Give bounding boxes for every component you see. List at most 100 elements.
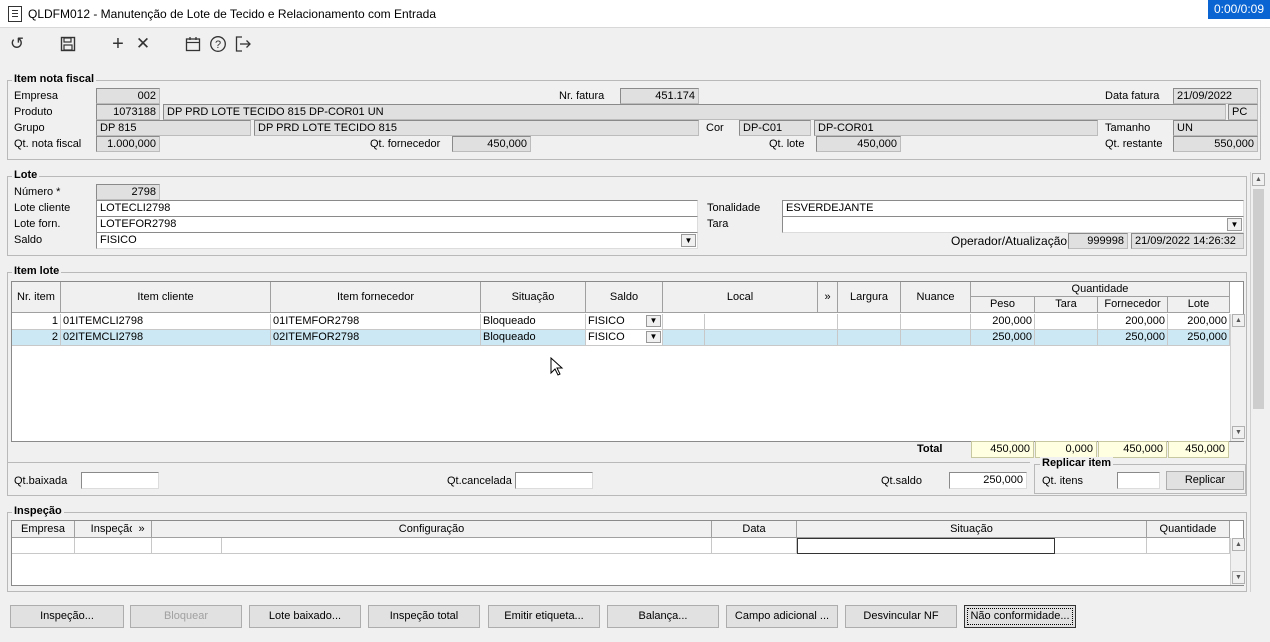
nao-conformidade-button[interactable]: Não conformidade... (964, 605, 1076, 628)
produto-unit-field: PC (1228, 104, 1258, 120)
cell-fornecedor[interactable]: 200,000 (1098, 314, 1168, 330)
col-item-cliente[interactable]: Item cliente (61, 282, 271, 313)
col-lote[interactable]: Lote (1168, 297, 1230, 313)
qt-cancelada-input[interactable] (515, 472, 593, 489)
lote-forn-input[interactable]: LOTEFOR2798 (96, 216, 698, 233)
lote-cliente-input[interactable]: LOTECLI2798 (96, 200, 698, 217)
replicar-button[interactable]: Replicar (1166, 471, 1244, 490)
saldo-select[interactable]: FISICO ▼ (96, 232, 698, 249)
undo-icon[interactable]: ↺ (6, 33, 28, 55)
cell-configuracao[interactable] (222, 538, 712, 554)
save-icon[interactable] (57, 33, 79, 55)
col-item-fornecedor[interactable]: Item fornecedor (271, 282, 481, 313)
scroll-up-icon[interactable]: ▲ (1232, 538, 1245, 551)
cell-saldo: FISICO (588, 315, 625, 327)
scroll-up-icon[interactable]: ▲ (1232, 314, 1245, 327)
page-scrollbar[interactable]: ▲ (1250, 172, 1266, 592)
col-largura[interactable]: Largura (838, 282, 901, 313)
cell-saldo-select[interactable]: FISICO ▼ (586, 314, 663, 330)
cell-local-code[interactable] (663, 314, 705, 330)
add-icon[interactable]: + (107, 33, 129, 55)
qt-restante-label: Qt. restante (1105, 138, 1163, 150)
cell-item-fornecedor[interactable]: 01ITEMFOR2798 (271, 314, 481, 330)
cell-nuance[interactable] (901, 330, 971, 346)
col-situacao[interactable]: Situação (797, 521, 1147, 538)
chevron-down-icon[interactable]: ▼ (646, 331, 661, 343)
inspecao-button[interactable]: Inspeção... (10, 605, 124, 628)
lote-forn-label: Lote forn. (14, 218, 61, 230)
divider (8, 462, 1030, 463)
cell-local[interactable] (705, 330, 838, 346)
exit-icon[interactable] (232, 33, 254, 55)
campo-adicional-button[interactable]: Campo adicional ... (726, 605, 838, 628)
cell-situacao[interactable] (797, 538, 1055, 554)
emitir-etiqueta-button[interactable]: Emitir etiqueta... (488, 605, 600, 628)
tonalidade-input[interactable]: ESVERDEJANTE (782, 200, 1244, 217)
col-saldo[interactable]: Saldo (586, 282, 663, 313)
cell-tara[interactable] (1035, 330, 1098, 346)
table-row[interactable]: 1 01ITEMCLI2798 01ITEMFOR2798 Bloqueado … (12, 314, 1230, 330)
item-lote-title: Item lote (12, 265, 62, 277)
chevron-down-icon[interactable]: ▼ (681, 234, 696, 247)
col-nr-item[interactable]: Nr. item (12, 282, 61, 313)
cell-fornecedor[interactable]: 250,000 (1098, 330, 1168, 346)
lote-title: Lote (12, 169, 40, 181)
calendar-icon[interactable] (182, 33, 204, 55)
cell-item-cliente[interactable]: 01ITEMCLI2798 (61, 314, 271, 330)
col-more[interactable]: » (818, 282, 838, 313)
cell-data[interactable] (712, 538, 797, 554)
cell-local-code[interactable] (663, 330, 705, 346)
desvincular-nf-button[interactable]: Desvincular NF (845, 605, 957, 628)
scroll-thumb[interactable] (1253, 189, 1264, 409)
col-local[interactable]: Local (663, 282, 818, 313)
table-row[interactable] (12, 538, 1230, 554)
qt-baixada-input[interactable] (81, 472, 159, 489)
chevron-down-icon[interactable]: ▼ (1227, 218, 1242, 231)
cell-empresa[interactable] (12, 538, 75, 554)
inspecao-scrollbar[interactable]: ▲ ▼ (1230, 538, 1246, 585)
cell-quantidade[interactable] (1147, 538, 1230, 554)
qt-itens-input[interactable] (1117, 472, 1160, 489)
balanca-button[interactable]: Balança... (607, 605, 719, 628)
col-situacao[interactable]: Situação (481, 282, 586, 313)
total-peso: 450,000 (971, 441, 1034, 458)
scroll-down-icon[interactable]: ▼ (1232, 571, 1245, 584)
qt-saldo-field: 250,000 (949, 472, 1027, 489)
table-row[interactable]: 2 02ITEMCLI2798 02ITEMFOR2798 Bloqueado … (12, 330, 1230, 346)
cell-local[interactable] (705, 314, 838, 330)
cell-peso[interactable]: 250,000 (971, 330, 1035, 346)
col-peso[interactable]: Peso (971, 297, 1035, 313)
cell-largura[interactable] (838, 314, 901, 330)
cell-config-code[interactable] (152, 538, 222, 554)
lote-baixado-button[interactable]: Lote baixado... (249, 605, 361, 628)
cell-item-cliente[interactable]: 02ITEMCLI2798 (61, 330, 271, 346)
scroll-up-icon[interactable]: ▲ (1252, 173, 1265, 186)
bloquear-button[interactable]: Bloquear (130, 605, 242, 628)
col-empresa[interactable]: Empresa (12, 521, 75, 538)
cell-lote[interactable]: 250,000 (1168, 330, 1230, 346)
cell-saldo-select[interactable]: FISICO ▼ (586, 330, 663, 346)
lote-cliente-label: Lote cliente (14, 202, 71, 214)
col-configuracao[interactable]: Configuração (152, 521, 712, 538)
cell-peso[interactable]: 200,000 (971, 314, 1035, 330)
close-icon[interactable]: ✕ (132, 33, 154, 55)
tara-select[interactable]: ▼ (782, 216, 1244, 233)
col-data[interactable]: Data (712, 521, 797, 538)
col-nuance[interactable]: Nuance (901, 282, 971, 313)
item-lote-scrollbar[interactable]: ▲ ▼ (1230, 314, 1246, 441)
col-quantidade[interactable]: Quantidade (1147, 521, 1230, 538)
cell-nuance[interactable] (901, 314, 971, 330)
cell-tara[interactable] (1035, 314, 1098, 330)
cell-item-fornecedor[interactable]: 02ITEMFOR2798 (271, 330, 481, 346)
help-icon[interactable]: ? (207, 33, 229, 55)
chevron-down-icon[interactable]: ▼ (646, 315, 661, 327)
col-fornecedor[interactable]: Fornecedor (1098, 297, 1168, 313)
col-tara[interactable]: Tara (1035, 297, 1098, 313)
col-more[interactable]: » (132, 521, 152, 538)
cell-inspecao[interactable] (75, 538, 152, 554)
scroll-down-icon[interactable]: ▼ (1232, 426, 1245, 439)
inspecao-total-button[interactable]: Inspeção total (368, 605, 480, 628)
cell-largura[interactable] (838, 330, 901, 346)
cell-lote[interactable]: 200,000 (1168, 314, 1230, 330)
cell-situacao-extra[interactable] (1055, 538, 1147, 554)
